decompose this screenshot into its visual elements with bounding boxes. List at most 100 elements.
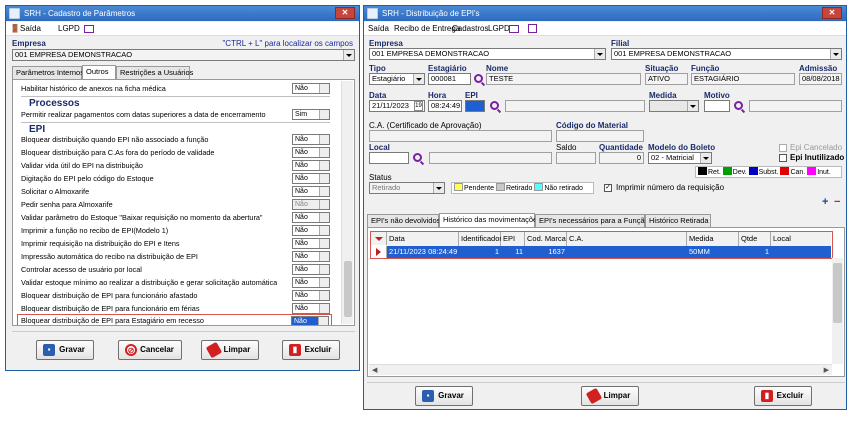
tipo-select[interactable]: Estagiário [369,73,425,85]
calendar-icon[interactable]: 19 [414,101,423,111]
param-select[interactable]: Não [292,212,330,223]
param-select[interactable]: Não [292,290,330,301]
motivo-field[interactable] [704,100,730,112]
scroll-right-icon[interactable]: ▶ [824,366,829,374]
epi-cancelado-checkbox[interactable] [779,144,787,152]
search-epi-icon[interactable] [490,101,499,110]
delete-button[interactable]: ▮ Excluir [282,340,340,360]
col-identificador[interactable]: Identificador [459,232,502,246]
param-select[interactable]: Não [292,186,330,197]
param-select[interactable]: Não [292,173,330,184]
tab-others[interactable]: Outros [82,65,116,79]
menu-lgpd[interactable]: LGPD [488,24,510,33]
tab-user-restrictions[interactable]: Restrições a Usuários [116,66,193,79]
close-button[interactable]: ✕ [822,7,842,19]
medida-select[interactable] [649,100,699,112]
tab-not-returned[interactable]: EPI's não devolvidos [367,214,440,227]
scroll-left-icon[interactable]: ◀ [372,366,377,374]
param-select[interactable]: Não [292,147,330,158]
print-number-checkbox[interactable]: ✓ [604,184,612,192]
scrollbar-thumb[interactable] [833,263,842,323]
param-select[interactable]: Não [292,83,330,94]
ca-field [369,130,552,142]
epi-field[interactable] [465,100,485,112]
vertical-scrollbar[interactable] [832,258,843,364]
param-select[interactable]: Não [292,199,330,210]
form-icon[interactable] [528,24,537,33]
local-field[interactable] [369,152,409,164]
empresa-select[interactable]: 001 EMPRESA DEMONSTRACAO [369,48,606,60]
col-epi[interactable]: EPI [501,232,525,246]
data-field[interactable]: 21/11/2023 19 [369,100,425,112]
funcao-label: Função [691,64,720,73]
table-row[interactable]: 21/11/2023 08:24:49 1 11 1637 50MM 1 [371,246,831,258]
tab-internal-parameters[interactable]: Parâmetros Internos [12,66,84,79]
horizontal-scrollbar[interactable]: ◀ ▶ [369,364,832,375]
saldo-label: Saldo [556,143,577,152]
data-label: Data [369,91,387,100]
param-select[interactable]: Não [292,264,330,275]
clear-button[interactable]: Limpar [201,340,259,360]
modelo-boleto-label: Modelo do Boleto [648,143,716,152]
param-select[interactable]: Não [292,225,330,236]
param-select[interactable]: Não [292,160,330,171]
tab-withdrawal-history[interactable]: Histórico Retirada [645,214,711,227]
col-medida[interactable]: Medida [687,232,739,246]
cell-medida: 50MM [689,247,710,256]
clear-button[interactable]: Limpar [581,386,639,406]
param-select[interactable]: Sim [292,109,330,120]
param-row: Permitir realizar pagamentos com datas s… [21,109,330,121]
situacao-label: Situação [645,64,679,73]
param-select[interactable]: Não [292,303,330,314]
add-icon[interactable]: + [822,197,831,208]
status-select[interactable]: Retirado [369,182,445,194]
param-select[interactable]: Não [292,134,330,145]
motivo-label: Motivo [704,91,730,100]
monitor-icon[interactable] [84,25,94,33]
filial-select[interactable]: 001 EMPRESA DEMONSTRACAO [611,48,842,60]
delete-button[interactable]: ▮ Excluir [754,386,812,406]
menu-exit[interactable]: Saída [20,24,41,33]
param-select[interactable]: Não [292,251,330,262]
save-button[interactable]: ▪ Gravar [36,340,94,360]
menu-receipt[interactable]: Recibo de Entrega [394,24,460,33]
modelo-boleto-select[interactable]: 02 - Matricial [648,152,712,164]
epi-inutilizado-checkbox[interactable] [779,154,787,162]
exit-icon[interactable]: 🚪 [10,24,20,33]
search-motivo-icon[interactable] [734,101,743,110]
col-local[interactable]: Local [771,232,831,246]
distribution-window: SRH - Distribuição de EPI's ✕ Saída Reci… [363,5,847,410]
param-select[interactable]: Não [292,277,330,288]
vertical-scrollbar[interactable] [341,81,353,324]
menu-bar: 🚪 Saída LGPD [6,22,359,36]
param-row: Impressão automática do recibo na distri… [21,251,330,263]
menu-exit[interactable]: Saída [368,24,389,33]
scrollbar-thumb[interactable] [344,261,352,317]
tab-movement-history[interactable]: Histórico das movimentações [439,213,541,227]
codigo-material-field [556,130,644,142]
menu-registers[interactable]: Cadastros [452,24,488,33]
param-row: Validar estoque mínimo ao realizar a dis… [21,277,330,289]
save-button[interactable]: ▪ Gravar [415,386,473,406]
param-row: Imprimir a função no recibo de EPI(Model… [21,225,330,237]
menu-lgpd[interactable]: LGPD [58,24,80,33]
type-legend: Ret. Dev. Subst. Can. Inut. [695,166,842,178]
monitor-icon[interactable] [509,25,519,33]
close-button[interactable]: ✕ [335,7,355,19]
estagiario-field[interactable]: 000081 [428,73,471,85]
param-select[interactable]: Não [292,238,330,249]
remove-icon[interactable]: − [834,197,843,208]
col-ca[interactable]: C.A. [567,232,687,246]
param-select[interactable]: Não [291,316,329,325]
col-cod-marca[interactable]: Cod. Marca [525,232,567,246]
search-estagiario-icon[interactable] [474,74,483,83]
search-local-icon[interactable] [413,153,422,162]
hora-field[interactable]: 08:24:49 [428,100,462,112]
motivo-description-field [749,100,842,112]
medida-label: Medida [649,91,677,100]
tab-required-epis[interactable]: EPI's necessários para a Função [535,214,649,227]
cancel-button[interactable]: ⊘ Cancelar [118,340,182,360]
col-qtde[interactable]: Qtde [739,232,771,246]
col-data[interactable]: Data [387,232,459,246]
company-select[interactable]: 001 EMPRESA DEMONSTRACAO [12,49,355,61]
